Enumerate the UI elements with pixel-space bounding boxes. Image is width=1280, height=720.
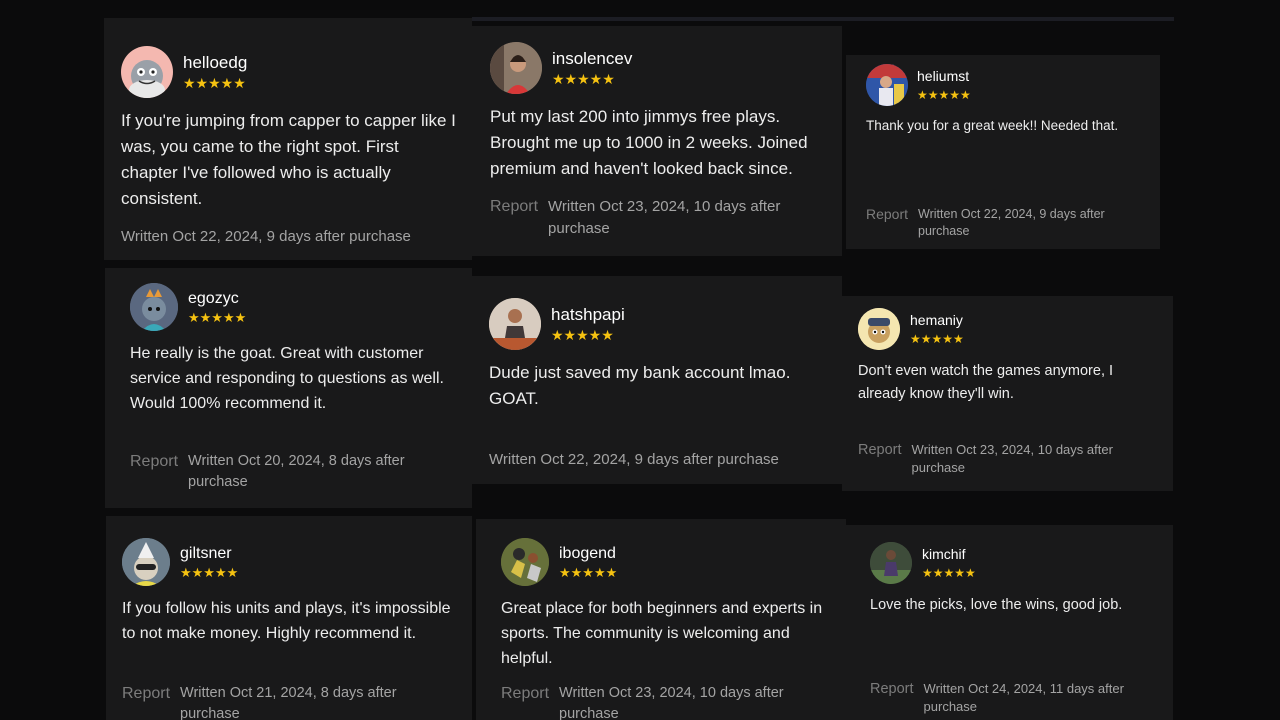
written-date: Written Oct 24, 2024, 11 days after purc… [923,681,1124,714]
username[interactable]: hatshpapi [551,305,625,325]
report-link[interactable]: Report [490,196,538,218]
username[interactable]: helloedg [183,53,247,73]
report-link[interactable]: Report [122,683,170,704]
report-link[interactable]: Report [501,683,549,704]
star-rating: ★★★★★ [551,327,614,344]
review-card: giltsner ★★★★★ If you follow his units a… [106,516,472,720]
username[interactable]: egozyc [188,290,246,308]
review-text: If you follow his units and plays, it's … [122,600,451,642]
written-date: Written Oct 23, 2024, 10 days after purc… [911,442,1113,475]
star-rating: ★★★★★ [922,565,976,580]
athlete-photo-avatar-icon[interactable] [489,298,541,350]
username[interactable]: kimchif [922,546,976,562]
review-card: insolencev ★★★★★ Put my last 200 into ji… [472,26,842,256]
written-date: Written Oct 23, 2024, 10 days after purc… [548,198,781,237]
written-date: Written Oct 20, 2024, 8 days after purch… [188,453,405,490]
review-card: egozyc ★★★★★ He really is the goat. Grea… [105,268,472,508]
reviews-collage: helloedg ★★★★★ If you're jumping from ca… [0,0,1280,720]
username[interactable]: giltsner [180,545,238,563]
portrait-photo-avatar-icon[interactable] [490,42,542,94]
field-photo-avatar-icon[interactable] [870,542,912,584]
cartoon-frog-avatar-icon[interactable] [121,46,173,98]
star-rating: ★★★★★ [180,565,239,581]
written-date: Written Oct 22, 2024, 9 days after purch… [121,228,411,245]
star-rating: ★★★★★ [910,331,964,346]
star-rating: ★★★★★ [917,87,971,102]
username[interactable]: hemaniy [910,312,964,328]
divider [472,17,1174,21]
sports-photo-avatar-icon[interactable] [866,64,908,106]
football-photo-avatar-icon[interactable] [501,538,549,586]
review-text: Love the picks, love the wins, good job. [870,597,1123,613]
review-card: ibogend ★★★★★ Great place for both begin… [476,519,846,720]
written-date: Written Oct 22, 2024, 9 days after purch… [918,207,1105,238]
review-text: Thank you for a great week!! Needed that… [866,118,1119,133]
username[interactable]: heliumst [917,68,971,84]
written-date: Written Oct 21, 2024, 8 days after purch… [180,685,397,720]
review-card: hatshpapi ★★★★★ Dude just saved my bank … [472,276,842,484]
written-date: Written Oct 23, 2024, 10 days after purc… [559,685,784,720]
review-card: hemaniy ★★★★★ Don't even watch the games… [842,296,1173,491]
review-text: Great place for both beginners and exper… [501,600,823,667]
review-text: Put my last 200 into jimmys free plays. … [490,107,808,178]
report-link[interactable]: Report [866,206,908,223]
review-card: helloedg ★★★★★ If you're jumping from ca… [104,18,472,260]
report-link[interactable]: Report [870,680,914,698]
cartoon-dog-avatar-icon[interactable] [858,308,900,350]
star-rating: ★★★★★ [188,310,247,326]
cartoon-party-hat-avatar-icon[interactable] [122,538,170,586]
review-card: kimchif ★★★★★ Love the picks, love the w… [846,525,1173,720]
written-date: Written Oct 22, 2024, 9 days after purch… [489,451,779,468]
cartoon-ape-avatar-icon[interactable] [130,283,178,331]
username[interactable]: ibogend [559,545,617,563]
star-rating: ★★★★★ [552,71,615,88]
review-text: Dude just saved my bank account lmao. GO… [489,363,791,408]
star-rating: ★★★★★ [559,565,618,581]
review-text: If you're jumping from capper to capper … [121,111,456,208]
star-rating: ★★★★★ [183,75,246,92]
review-card: heliumst ★★★★★ Thank you for a great wee… [846,55,1160,249]
review-text: Don't even watch the games anymore, I al… [858,363,1114,402]
review-text: He really is the goat. Great with custom… [130,345,444,412]
username[interactable]: insolencev [552,49,632,69]
report-link[interactable]: Report [858,441,902,459]
report-link[interactable]: Report [130,451,178,472]
